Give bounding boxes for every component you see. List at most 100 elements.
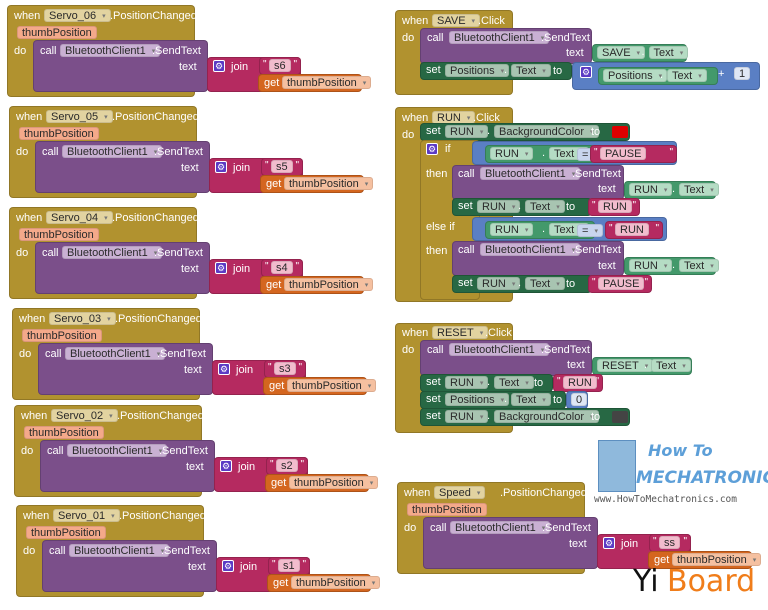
param-thumbposition[interactable]: thumbPosition	[407, 503, 487, 516]
bluetooth-dropdown[interactable]: BluetoothClient1 ▾	[62, 246, 163, 259]
do-label: do	[402, 344, 415, 356]
param-thumbposition-label: thumbPosition	[31, 527, 101, 539]
component-dropdown[interactable]: RUN ▾	[477, 200, 521, 213]
bluetooth-dropdown[interactable]: BluetoothClient1 ▾	[62, 145, 163, 158]
dot-label: .	[518, 277, 522, 289]
compare-op-dropdown[interactable]: =▾	[577, 224, 603, 237]
component-dropdown[interactable]: SAVE ▾	[432, 14, 481, 27]
property-dropdown[interactable]: Text ▾	[525, 200, 565, 213]
string-value[interactable]: s3	[274, 362, 296, 375]
component-dropdown[interactable]: Positions ▾	[445, 393, 510, 406]
param-thumbposition[interactable]: thumbPosition	[26, 526, 106, 539]
property-dropdown[interactable]: Text ▾	[494, 376, 534, 389]
component-dropdown[interactable]: RUN ▾	[629, 259, 673, 272]
mutator-gear-icon[interactable]: ⚙	[215, 161, 227, 173]
string-value[interactable]: s5	[271, 160, 293, 173]
component-dropdown[interactable]: Speed ▾	[434, 486, 486, 499]
bluetooth-dropdown[interactable]: BluetoothClient1 ▾	[60, 44, 161, 57]
variable-dropdown[interactable]: thumbPosition ▾	[284, 177, 374, 190]
param-thumbposition[interactable]: thumbPosition	[24, 426, 104, 439]
property-dropdown[interactable]: Text ▾	[679, 259, 719, 272]
property-dropdown[interactable]: Text ▾	[651, 359, 691, 372]
property-dropdown[interactable]: Text ▾	[511, 393, 551, 406]
component-dropdown[interactable]: Servo_03 ▾	[49, 312, 116, 325]
param-thumbposition[interactable]: thumbPosition	[22, 329, 102, 342]
string-value[interactable]: PAUSE	[600, 147, 647, 160]
string-value[interactable]: RUN	[615, 223, 649, 236]
bluetooth-dropdown[interactable]: BluetoothClient1 ▾	[480, 167, 581, 180]
compare-op-dropdown-label: =	[582, 149, 589, 161]
string-value[interactable]: RUN	[563, 376, 597, 389]
property-dropdown[interactable]: Text ▾	[679, 183, 719, 196]
when-label: when	[19, 313, 46, 325]
bluetooth-dropdown[interactable]: BluetoothClient1 ▾	[449, 343, 550, 356]
bluetooth-dropdown[interactable]: BluetoothClient1 ▾	[69, 544, 170, 557]
bluetooth-dropdown[interactable]: BluetoothClient1 ▾	[450, 521, 551, 534]
component-dropdown[interactable]: RUN ▾	[490, 147, 534, 160]
bluetooth-dropdown[interactable]: BluetoothClient1 ▾	[65, 347, 166, 360]
param-thumbposition[interactable]: thumbPosition	[17, 26, 97, 39]
component-dropdown[interactable]: Servo_04 ▾	[46, 211, 113, 224]
string-value[interactable]: s6	[269, 59, 291, 72]
component-dropdown[interactable]: Servo_01 ▾	[53, 509, 120, 522]
string-value-label: RUN	[603, 201, 627, 213]
property-dropdown[interactable]: Text ▾	[667, 69, 707, 82]
call-label: call	[40, 45, 57, 57]
component-dropdown[interactable]: Positions ▾	[603, 69, 668, 82]
component-dropdown[interactable]: RESET ▾	[432, 326, 489, 339]
variable-dropdown[interactable]: thumbPosition ▾	[282, 76, 372, 89]
string-value[interactable]: ss	[659, 536, 680, 549]
component-dropdown[interactable]: RUN ▾	[477, 277, 521, 290]
bluetooth-dropdown[interactable]: BluetoothClient1 ▾	[480, 243, 581, 256]
component-dropdown[interactable]: Servo_05 ▾	[46, 110, 113, 123]
color-red-swatch[interactable]	[612, 126, 628, 138]
number-value[interactable]: 1	[734, 67, 751, 80]
blocks-workspace[interactable]: when Servo_06 ▾ .PositionChanged thumbPositi…	[0, 0, 768, 610]
string-value[interactable]: PAUSE	[598, 277, 645, 290]
component-dropdown[interactable]: Servo_02 ▾	[51, 409, 118, 422]
bluetooth-dropdown[interactable]: BluetoothClient1 ▾	[67, 444, 168, 457]
bluetooth-dropdown[interactable]: BluetoothClient1 ▾	[449, 31, 550, 44]
component-dropdown[interactable]: RUN ▾	[445, 410, 489, 423]
mutator-gear-icon[interactable]: ⚙	[218, 363, 230, 375]
component-dropdown[interactable]: RUN ▾	[445, 125, 489, 138]
property-dropdown[interactable]: Text ▾	[525, 277, 565, 290]
number-value[interactable]: 0	[571, 393, 588, 406]
property-dropdown[interactable]: BackgroundColor ▾	[494, 410, 599, 423]
mutator-gear-icon[interactable]: ⚙	[213, 60, 225, 72]
string-value[interactable]: s4	[271, 261, 293, 274]
variable-dropdown[interactable]: thumbPosition ▾	[289, 476, 379, 489]
component-dropdown[interactable]: RUN ▾	[490, 223, 534, 236]
mutator-gear-icon[interactable]: ⚙	[215, 262, 227, 274]
component-dropdown[interactable]: RUN ▾	[629, 183, 673, 196]
variable-dropdown[interactable]: thumbPosition ▾	[291, 576, 381, 589]
string-value-label: s1	[283, 560, 295, 572]
property-dropdown[interactable]: Text ▾	[511, 64, 551, 77]
mutator-gear-icon[interactable]: ⚙	[580, 66, 592, 78]
variable-dropdown[interactable]: thumbPosition ▾	[287, 379, 377, 392]
mutator-gear-icon[interactable]: ⚙	[603, 537, 615, 549]
mutator-gear-icon[interactable]: ⚙	[426, 143, 438, 155]
join-label: join	[233, 162, 251, 174]
else-if-label: else if	[426, 221, 455, 233]
string-value[interactable]: RUN	[598, 200, 632, 213]
mutator-gear-icon[interactable]: ⚙	[222, 560, 234, 572]
mutator-gear-icon[interactable]: ⚙	[220, 460, 232, 472]
param-thumbposition[interactable]: thumbPosition	[19, 127, 99, 140]
variable-dropdown[interactable]: thumbPosition ▾	[284, 278, 374, 291]
component-dropdown[interactable]: Positions ▾	[445, 64, 510, 77]
string-value-label: RUN	[568, 377, 592, 389]
string-value-label: RUN	[620, 224, 644, 236]
dropdown-arrow-icon: ▾	[362, 80, 367, 87]
string-value[interactable]: s2	[276, 459, 298, 472]
string-value[interactable]: s1	[278, 559, 300, 572]
do-label: do	[16, 146, 29, 158]
component-dropdown[interactable]: Servo_06 ▾	[44, 9, 111, 22]
component-dropdown[interactable]: RUN ▾	[445, 376, 489, 389]
param-thumbposition[interactable]: thumbPosition	[19, 228, 99, 241]
color-gray-swatch[interactable]	[612, 411, 628, 423]
get-label: get	[271, 477, 287, 489]
component-dropdown[interactable]: SAVE ▾	[597, 46, 646, 59]
property-dropdown[interactable]: Text ▾	[648, 46, 689, 59]
property-dropdown[interactable]: BackgroundColor ▾	[494, 125, 599, 138]
